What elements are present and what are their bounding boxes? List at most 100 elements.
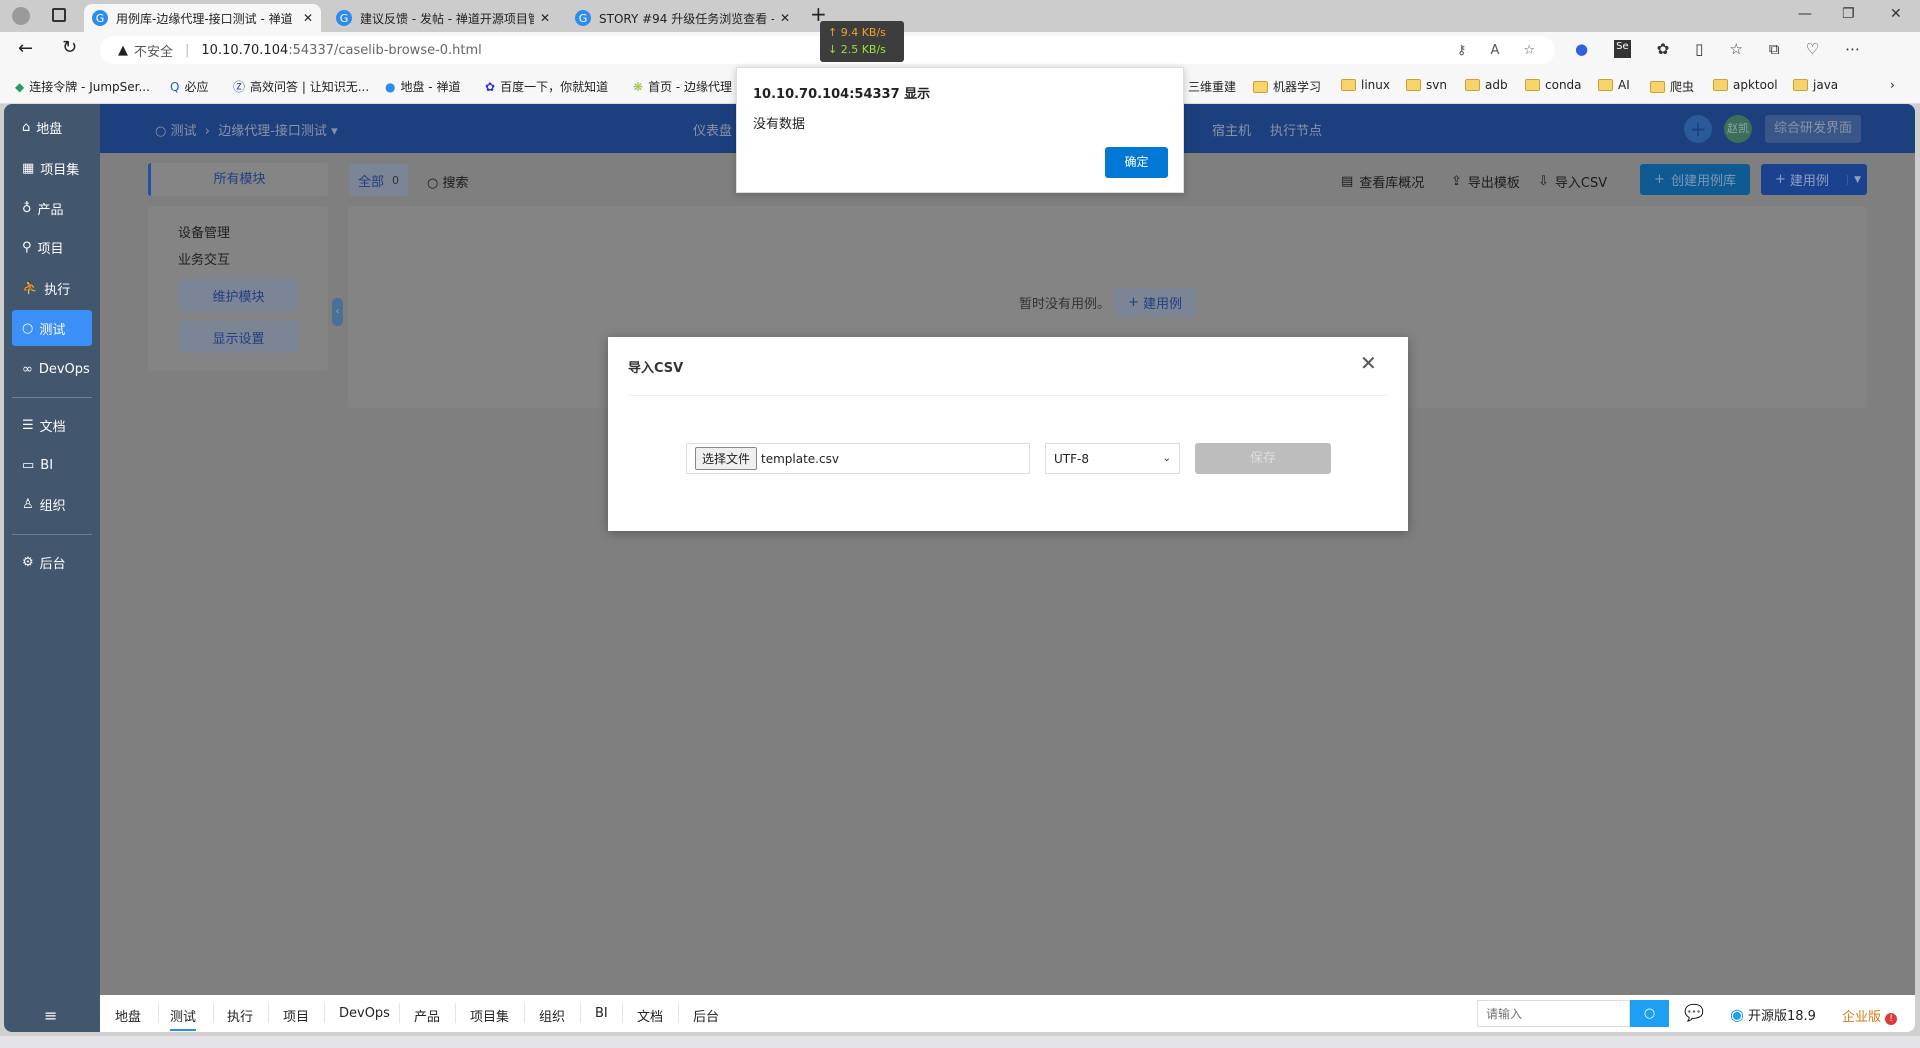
refresh-icon[interactable]: ↻ — [62, 37, 77, 58]
import-csv-button[interactable]: ⇩ 导入CSV — [1538, 172, 1607, 191]
create-case-button[interactable]: + 建用例 ▼ — [1761, 164, 1867, 195]
filter-all-tab[interactable]: 全部 0 — [349, 164, 408, 196]
module-tab[interactable]: 所有模块 — [148, 163, 328, 196]
create-plus-button[interactable]: + — [1684, 115, 1712, 143]
export-template-button[interactable]: ⇪ 导出模板 — [1451, 172, 1520, 191]
restore-icon[interactable]: ❐ — [1842, 6, 1855, 22]
key-icon[interactable]: ⚷ — [1457, 43, 1467, 58]
encoding-select[interactable]: UTF-8 ⌄ — [1045, 443, 1180, 474]
tab-actions-icon[interactable] — [52, 8, 66, 22]
sidebar-item-devops[interactable]: ∞ DevOps — [12, 351, 92, 387]
save-button[interactable]: 保存 — [1195, 443, 1331, 474]
close-window-icon[interactable]: ✕ — [1890, 6, 1902, 22]
display-settings-button[interactable]: 显示设置 — [179, 321, 298, 353]
sidebar-item-bi[interactable]: ▭ BI — [12, 447, 92, 483]
bookmark[interactable]: Ⓩ 高效问答 | 让知识无... — [233, 78, 369, 95]
search-toggle[interactable]: ○ 搜索 — [427, 172, 469, 191]
bottom-nav-doc[interactable]: 文档 — [637, 1006, 663, 1025]
create-lib-button[interactable]: + 创建用例库 — [1640, 164, 1750, 195]
health-icon[interactable]: ♡ — [1806, 40, 1819, 58]
back-icon[interactable]: ← — [18, 38, 33, 59]
bookmark-folder[interactable]: AI — [1598, 78, 1630, 92]
selenium-icon[interactable]: Se — [1614, 40, 1631, 58]
bottom-nav-dashboard[interactable]: 地盘 — [115, 1006, 141, 1025]
bottom-nav-execution[interactable]: 执行 — [227, 1006, 253, 1025]
close-tab-icon[interactable]: ✕ — [303, 11, 313, 25]
close-tab-icon[interactable]: ✕ — [540, 11, 550, 25]
bookmark-folder[interactable]: apktool — [1713, 78, 1778, 92]
bookmark[interactable]: ● 地盘 - 禅道 — [385, 78, 460, 95]
close-tab-icon[interactable]: ✕ — [780, 11, 790, 25]
bookmark[interactable]: ❋ 首页 - 边缘代理 — [633, 78, 732, 95]
avatar[interactable]: 赵凯 — [1724, 115, 1752, 143]
bottom-nav-bi[interactable]: BI — [595, 1006, 608, 1021]
maintain-module-button[interactable]: 维护模块 — [179, 279, 298, 311]
alert-ok-button[interactable]: 确定 — [1105, 147, 1168, 178]
bookmark-folder[interactable]: 爬虫 — [1650, 78, 1694, 95]
folder-icon — [1525, 79, 1540, 91]
minimize-icon[interactable]: — — [1798, 6, 1812, 22]
module-item[interactable]: 设备管理 — [178, 222, 230, 241]
bottom-nav-org[interactable]: 组织 — [539, 1006, 565, 1025]
search-button[interactable]: ○ — [1630, 1000, 1669, 1027]
sidebar-item-admin[interactable]: ⚙ 后台 — [12, 544, 92, 580]
collapse-handle[interactable]: ‹ — [332, 298, 343, 326]
global-search-input[interactable] — [1477, 1000, 1630, 1027]
more-icon[interactable]: ⋯ — [1845, 40, 1860, 58]
ai-chat-icon[interactable]: 💬 — [1684, 1003, 1704, 1022]
extensions-icon[interactable]: ✿ — [1657, 40, 1670, 58]
switch-ui-button[interactable]: 综合研发界面 — [1765, 115, 1861, 143]
sidebar-item-doc[interactable]: ☰ 文档 — [12, 407, 92, 443]
plus-icon: + — [1128, 295, 1139, 310]
collections-icon[interactable]: ⧉ — [1769, 40, 1780, 58]
bookmark[interactable]: 三维重建 — [1188, 78, 1236, 95]
bottom-nav-project[interactable]: 项目 — [283, 1006, 309, 1025]
sidebar-item-project[interactable]: ⚲ 项目 — [12, 229, 92, 265]
favorite-icon[interactable]: ☆ — [1523, 43, 1535, 58]
file-input[interactable]: 选择文件 template.csv — [686, 443, 1030, 474]
menu-toggle-icon[interactable]: ≡ — [44, 1006, 57, 1025]
more-bookmarks-chevron-icon[interactable]: › — [1890, 78, 1895, 92]
sidebar-item-dashboard[interactable]: ⌂ 地盘 — [12, 109, 92, 145]
bookmark[interactable]: Q 必应 — [170, 78, 208, 95]
extension-icon[interactable]: ● — [1575, 40, 1588, 58]
browser-tab[interactable]: G 建议反馈 - 发帖 - 禅道开源项目管 ✕ — [328, 4, 558, 32]
bookmark[interactable]: ◆ 连接令牌 - JumpSer... — [15, 78, 150, 95]
version-info[interactable]: ◉ 开源版18.9 — [1730, 1005, 1816, 1024]
bookmark-folder[interactable]: svn — [1406, 78, 1447, 92]
favorites-icon[interactable]: ☆ — [1729, 40, 1742, 58]
sidebar-item-product[interactable]: ♁ 产品 — [12, 190, 92, 226]
overview-button[interactable]: ▤ 查看库概况 — [1341, 172, 1424, 191]
bottom-nav-devops[interactable]: DevOps — [339, 1006, 390, 1021]
bookmark-folder[interactable]: java — [1793, 78, 1838, 92]
bottom-nav-test[interactable]: 测试 — [170, 1006, 197, 1031]
bookmark-folder[interactable]: 机器学习 — [1253, 78, 1321, 95]
nav-dashboard[interactable]: 仪表盘 — [693, 120, 732, 139]
split-screen-icon[interactable]: ▯ — [1695, 40, 1703, 58]
chevron-down-icon[interactable]: ▼ — [1847, 174, 1867, 185]
sidebar-item-execution[interactable]: ⛹ 执行 — [12, 270, 92, 306]
empty-create-case-button[interactable]: + 建用例 — [1114, 288, 1196, 317]
bookmark-folder[interactable]: adb — [1465, 78, 1508, 92]
nav-exec-node[interactable]: 执行节点 — [1270, 120, 1322, 139]
bottom-nav-product[interactable]: 产品 — [414, 1006, 440, 1025]
sidebar-item-test[interactable]: ○ 测试 — [12, 310, 92, 346]
bottom-nav-program[interactable]: 项目集 — [470, 1006, 509, 1025]
read-aloud-icon[interactable]: A — [1490, 43, 1499, 58]
bookmark-folder[interactable]: conda — [1525, 78, 1582, 92]
bookmark[interactable]: ✿ 百度一下，你就知道 — [485, 78, 608, 95]
bookmark-folder[interactable]: linux — [1341, 78, 1390, 92]
module-item[interactable]: 业务交互 — [178, 249, 230, 268]
bottom-nav-admin[interactable]: 后台 — [693, 1006, 719, 1025]
sidebar-item-program[interactable]: ▦ 项目集 — [12, 150, 92, 186]
choose-file-button[interactable]: 选择文件 — [695, 447, 758, 470]
nav-host[interactable]: 宿主机 — [1212, 120, 1251, 139]
browser-tab[interactable]: G STORY #94 升级任务浏览查看 - 边 ✕ — [567, 4, 798, 32]
profile-icon[interactable] — [12, 7, 30, 25]
network-speed-popup: ↑ 9.4 KB/s ↓ 2.5 KB/s — [820, 21, 904, 62]
sidebar-item-org[interactable]: ♙ 组织 — [12, 486, 92, 522]
close-icon[interactable]: ✕ — [1360, 351, 1377, 375]
zentao-favicon-icon: G — [575, 10, 591, 26]
browser-tab[interactable]: G 用例库-边缘代理-接口测试 - 禅道 ✕ — [84, 4, 321, 32]
enterprise-link[interactable]: 企业版 ! — [1842, 1006, 1898, 1025]
